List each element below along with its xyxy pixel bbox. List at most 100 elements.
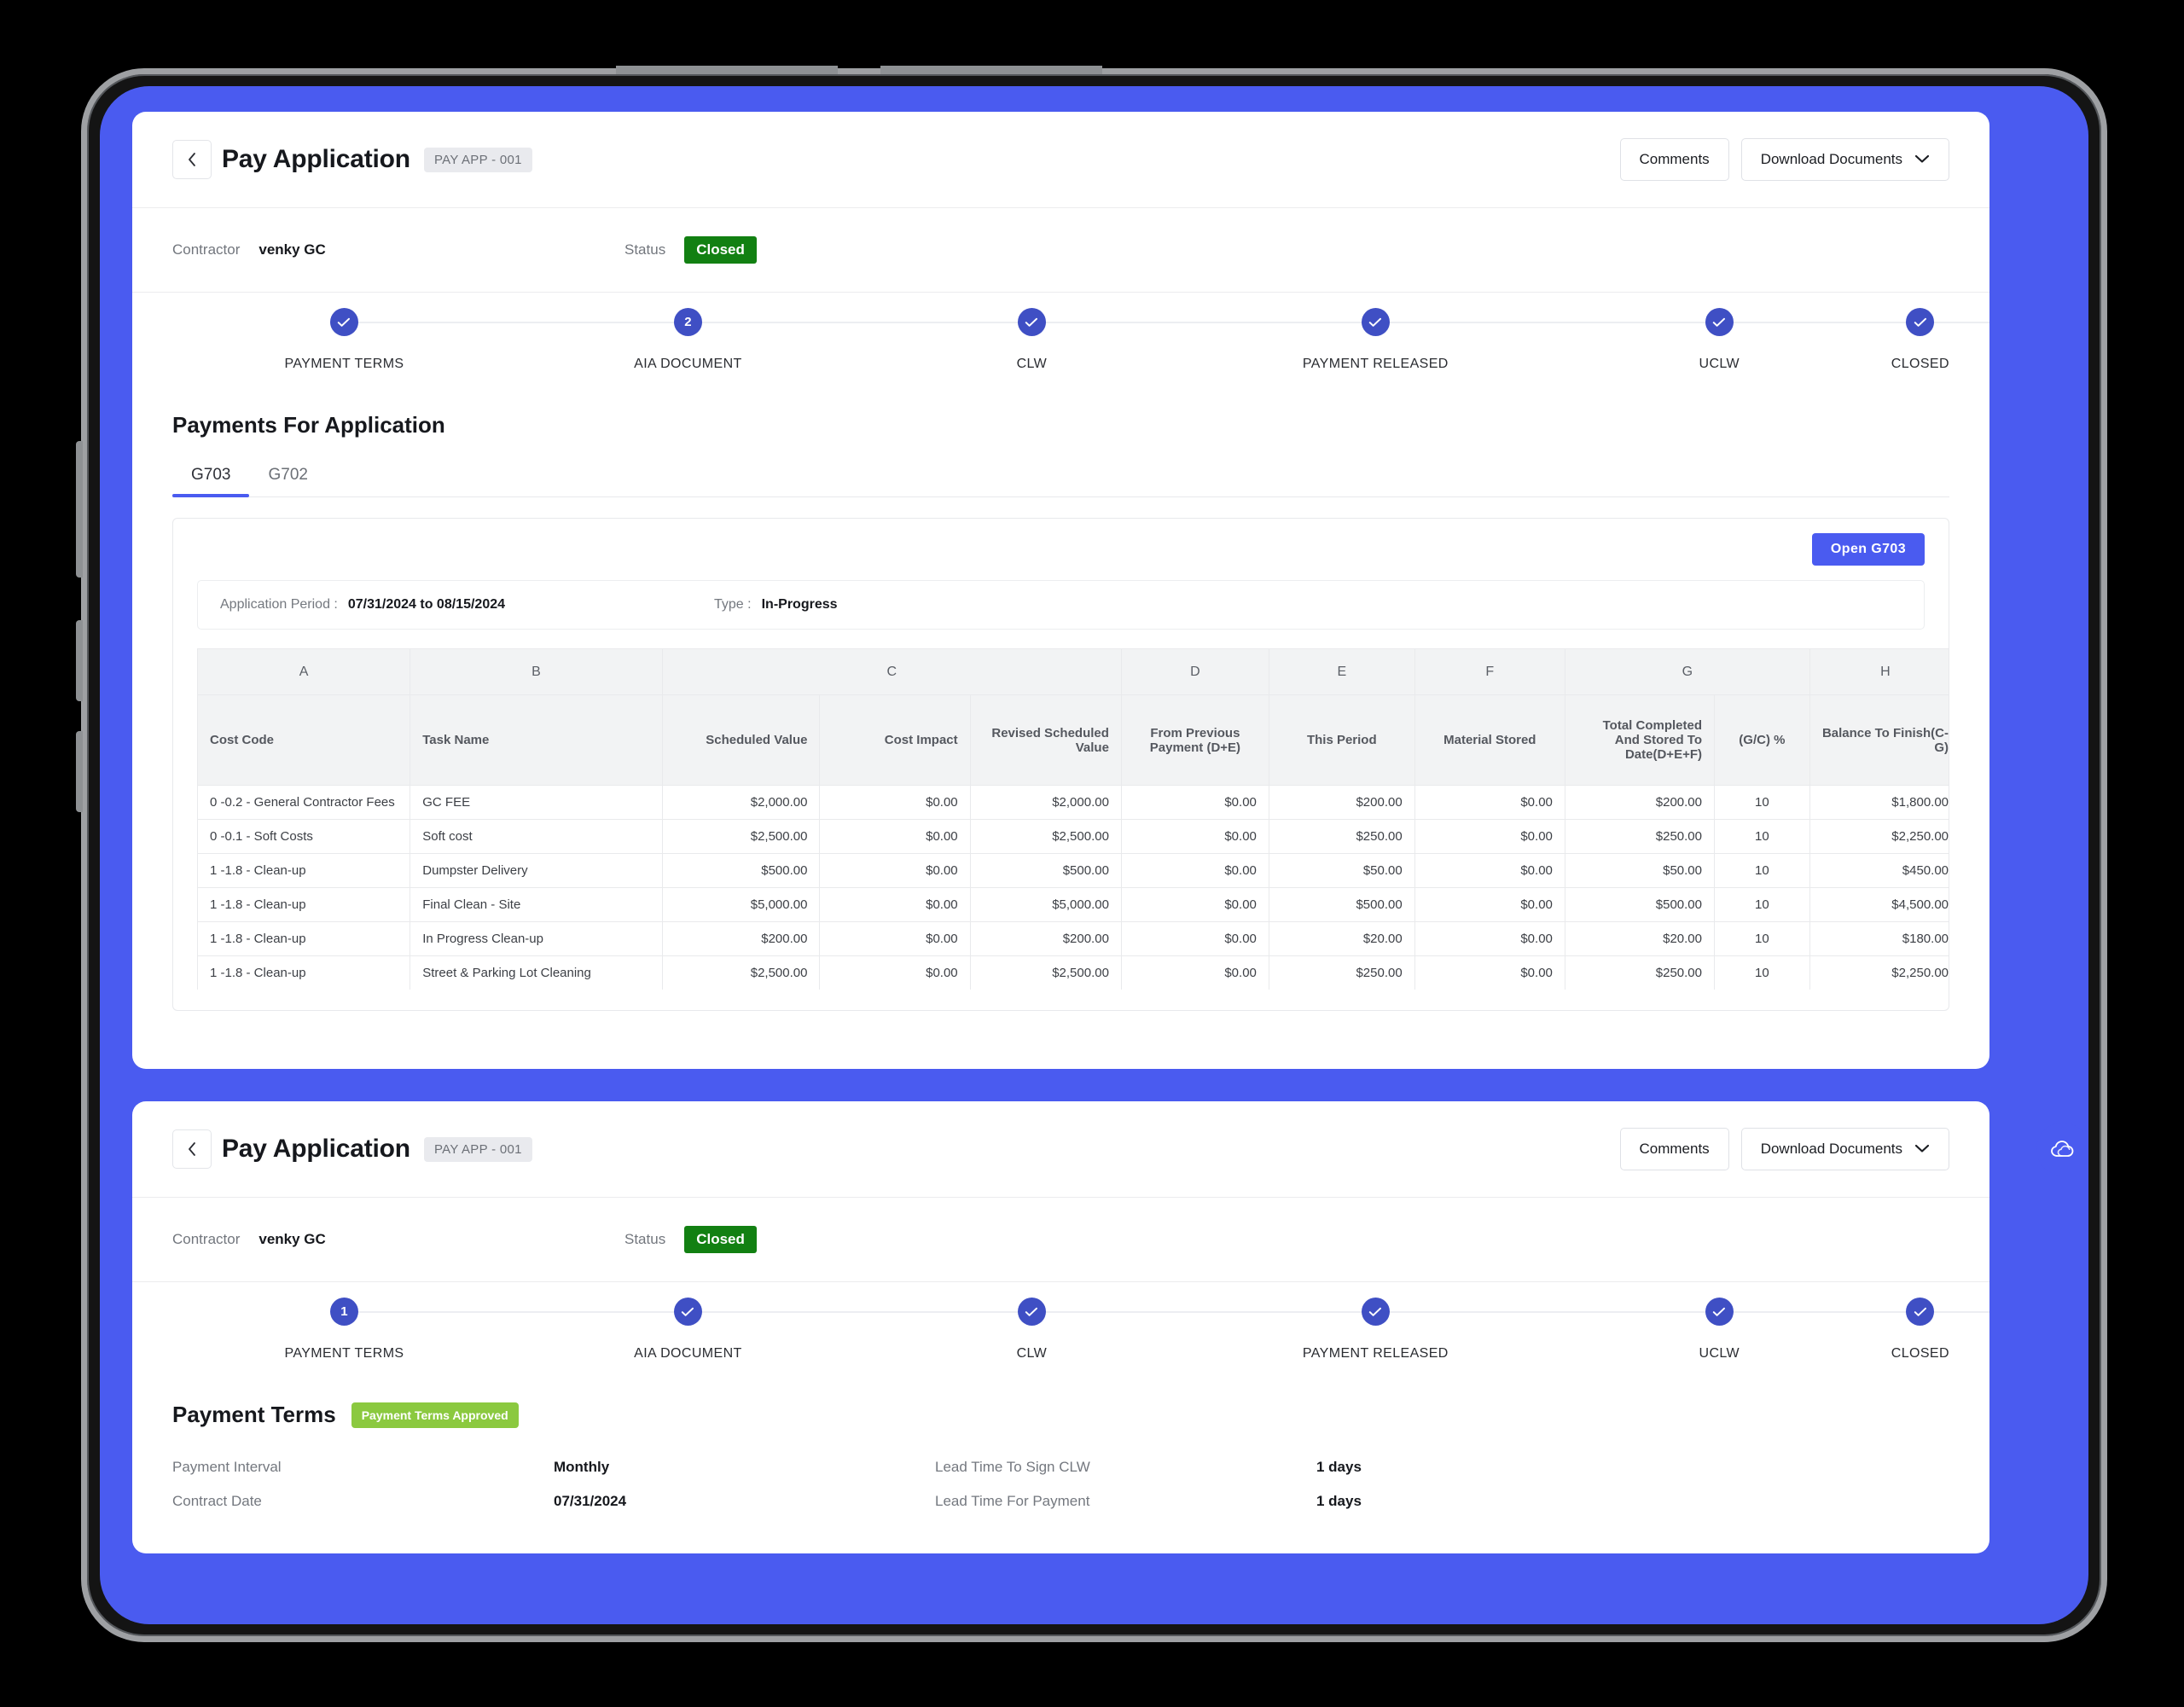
download-documents-label: Download Documents bbox=[1760, 1141, 1902, 1157]
table-cell: $1,800.00 bbox=[1809, 785, 1949, 820]
section-title: Payment Terms Payment Terms Approved bbox=[172, 1402, 1989, 1428]
g703-table-scroll[interactable]: ABCDEFGHI Cost CodeTask NameScheduled Va… bbox=[197, 648, 1949, 990]
stepper-step-1[interactable]: 1 PAYMENT TERMS bbox=[172, 1298, 688, 1362]
comments-button[interactable]: Comments bbox=[1619, 1128, 1729, 1170]
table-cell: $500.00 bbox=[969, 853, 1122, 888]
device-side-button bbox=[76, 731, 83, 812]
page-title: Pay Application bbox=[222, 1135, 410, 1163]
table-cell: Final Clean - Site bbox=[410, 887, 663, 922]
term-value: 07/31/2024 bbox=[554, 1493, 627, 1509]
table-cell: $50.00 bbox=[1564, 853, 1716, 888]
column-header-7: Material Stored bbox=[1414, 694, 1565, 786]
table-cell: $4,500.00 bbox=[1809, 887, 1949, 922]
tab-g703-label: G703 bbox=[191, 466, 231, 484]
stepper-label: PAYMENT RELEASED bbox=[1302, 357, 1449, 371]
stepper-step-1[interactable]: PAYMENT TERMS bbox=[172, 308, 688, 372]
contractor-value: venky GC bbox=[258, 241, 326, 258]
column-header-1: Task Name bbox=[410, 694, 663, 786]
table-cell: 1 -1.8 - Clean-up bbox=[197, 853, 411, 888]
download-documents-label: Download Documents bbox=[1760, 151, 1902, 167]
section-title: Payments For Application bbox=[172, 412, 1989, 438]
stepper-marker-check-icon bbox=[1361, 308, 1390, 336]
stepper-marker-check-icon bbox=[1705, 308, 1734, 336]
cloud-chat-fab[interactable] bbox=[2036, 1123, 2088, 1176]
table-cell: $500.00 bbox=[1564, 887, 1716, 922]
column-header-2: Scheduled Value bbox=[661, 694, 821, 786]
card-header: Pay Application PAY APP - 001 Comments D… bbox=[132, 1101, 1989, 1197]
table-cell: 0 -0.2 - General Contractor Fees bbox=[197, 785, 411, 820]
stepper-label: CLOSED bbox=[1891, 1346, 1949, 1361]
comments-button-label: Comments bbox=[1639, 151, 1710, 167]
stepper-step-4[interactable]: PAYMENT RELEASED bbox=[1204, 308, 1720, 372]
payments-tabs: G703 G702 bbox=[172, 461, 1949, 497]
stepper-step-5[interactable]: UCLW bbox=[1548, 1298, 1989, 1362]
stepper-marker-check-icon bbox=[329, 308, 358, 336]
table-cell: $250.00 bbox=[1268, 819, 1415, 854]
table-cell: $0.00 bbox=[1120, 785, 1269, 820]
table-cell: $20.00 bbox=[1564, 921, 1716, 956]
type-value: In-Progress bbox=[761, 597, 838, 612]
table-row[interactable]: 0 -0.2 - General Contractor Fees GC FEE $2… bbox=[197, 785, 1949, 820]
stepper-connector bbox=[688, 1311, 1032, 1313]
stepper-step-5[interactable]: UCLW bbox=[1548, 308, 1989, 372]
page-title: Pay Application bbox=[222, 145, 410, 173]
stepper-label: PAYMENT TERMS bbox=[284, 357, 404, 371]
table-cell: $0.00 bbox=[1120, 819, 1269, 854]
table-row[interactable]: 1 -1.8 - Clean-up Street & Parking Lot Cl… bbox=[197, 955, 1949, 990]
stepper-step-2[interactable]: AIA DOCUMENT bbox=[516, 1298, 1032, 1362]
table-cell: $2,500.00 bbox=[661, 955, 821, 990]
table-row[interactable]: 1 -1.8 - Clean-up Final Clean - Site $5,00… bbox=[197, 887, 1949, 922]
table-cell: $2,250.00 bbox=[1809, 955, 1949, 990]
stepper-label: PAYMENT RELEASED bbox=[1302, 1346, 1449, 1361]
column-letter-D: D bbox=[1120, 648, 1269, 695]
column-header-5: From Previous Payment (D+E) bbox=[1120, 694, 1269, 786]
stepper-step-3[interactable]: CLW bbox=[860, 1298, 1376, 1362]
table-cell: 10 bbox=[1714, 785, 1810, 820]
stepper-step-2[interactable]: 2 AIA DOCUMENT bbox=[516, 308, 1032, 372]
stepper-marker-check-icon bbox=[1017, 308, 1046, 336]
download-documents-button[interactable]: Download Documents bbox=[1740, 1128, 1949, 1170]
table-row[interactable]: 1 -1.8 - Clean-up Dumpster Delivery $500.0… bbox=[197, 853, 1949, 888]
stepper-step-6[interactable]: CLOSED bbox=[1891, 1298, 1949, 1362]
pay-application-card-bottom: Pay Application PAY APP - 001 Comments D… bbox=[132, 1101, 1989, 1553]
open-g703-button[interactable]: Open G703 bbox=[1811, 533, 1925, 566]
pay-app-id-badge: PAY APP - 001 bbox=[423, 147, 532, 172]
download-documents-button[interactable]: Download Documents bbox=[1740, 138, 1949, 181]
column-letter-H: H bbox=[1809, 648, 1949, 695]
tab-g703[interactable]: G703 bbox=[172, 461, 250, 497]
column-header-3: Cost Impact bbox=[819, 694, 971, 786]
table-cell: Soft cost bbox=[410, 819, 663, 854]
stepper-connector bbox=[1031, 322, 1376, 323]
stepper-connector bbox=[1719, 322, 1989, 323]
g703-table: ABCDEFGHI Cost CodeTask NameScheduled Va… bbox=[197, 648, 1949, 990]
tab-g702[interactable]: G702 bbox=[249, 461, 326, 496]
table-cell: $2,000.00 bbox=[661, 785, 821, 820]
pay-application-card-top: Pay Application PAY APP - 001 Comments D… bbox=[132, 112, 1989, 1069]
table-row[interactable]: 0 -0.1 - Soft Costs Soft cost $2,500.00 $0.… bbox=[197, 819, 1949, 854]
stepper-step-4[interactable]: PAYMENT RELEASED bbox=[1204, 1298, 1720, 1362]
contractor-value: venky GC bbox=[258, 1231, 326, 1247]
stepper-step-3[interactable]: CLW bbox=[860, 308, 1376, 372]
back-button[interactable] bbox=[172, 140, 212, 179]
tablet-device-frame: Pay Application PAY APP - 001 Comments D… bbox=[76, 66, 2107, 1642]
stepper-marker-number: 2 bbox=[673, 308, 702, 336]
comments-button[interactable]: Comments bbox=[1619, 138, 1729, 181]
table-cell: $250.00 bbox=[1564, 819, 1716, 854]
stepper-label: CLOSED bbox=[1891, 357, 1949, 371]
table-cell: $2,250.00 bbox=[1809, 819, 1949, 854]
column-letter-B: B bbox=[410, 648, 663, 695]
stepper-label: UCLW bbox=[1699, 357, 1740, 371]
section-title-text: Payment Terms bbox=[172, 1402, 336, 1427]
stepper-label: UCLW bbox=[1699, 1346, 1740, 1361]
stepper-marker-check-icon bbox=[1906, 308, 1935, 336]
term-value: Monthly bbox=[554, 1459, 610, 1475]
table-cell: $0.00 bbox=[819, 887, 971, 922]
table-cell: 1 -1.8 - Clean-up bbox=[197, 955, 411, 990]
contractor-status-row: Contractor venky GC Status Closed bbox=[132, 208, 1989, 292]
table-cell: 10 bbox=[1714, 955, 1810, 990]
stepper-step-6[interactable]: CLOSED bbox=[1891, 308, 1949, 372]
table-cell: $2,500.00 bbox=[661, 819, 821, 854]
column-letter-G: G bbox=[1564, 648, 1810, 695]
back-button[interactable] bbox=[172, 1129, 212, 1169]
table-row[interactable]: 1 -1.8 - Clean-up In Progress Clean-up $20… bbox=[197, 921, 1949, 956]
